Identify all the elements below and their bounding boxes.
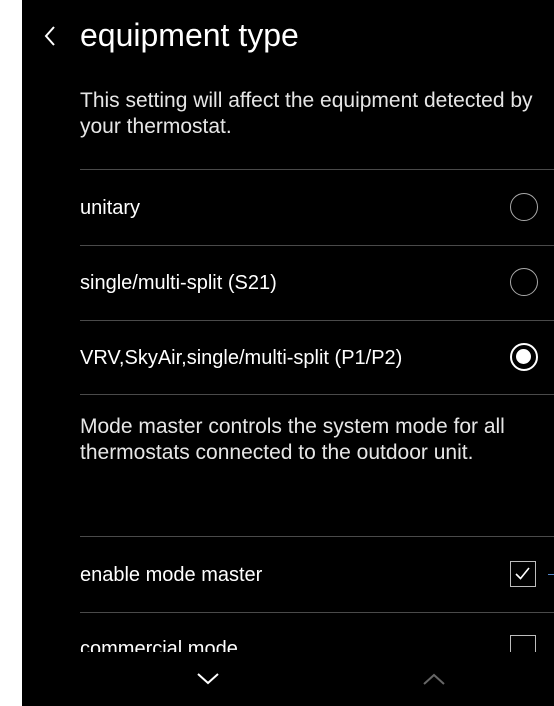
radio-unitary[interactable]: [510, 193, 538, 221]
chevron-up-icon: [423, 673, 445, 685]
radio-single-multi-split-s21[interactable]: [510, 268, 538, 296]
mode-master-description: Mode master controls the system mode for…: [80, 415, 505, 464]
divider: [80, 394, 554, 395]
page-title: equipment type: [80, 17, 299, 53]
checkbox-commercial-mode[interactable]: [510, 635, 536, 652]
option-label: single/multi-split (S21): [80, 272, 277, 294]
toggle-label: enable mode master: [80, 564, 263, 586]
radio-vrv-skyair-selected[interactable]: [510, 343, 538, 371]
equipment-type-screen: equipment type This setting will affect …: [22, 0, 554, 706]
intro-description: This setting will affect the equipment d…: [80, 89, 533, 138]
divider: [80, 536, 554, 537]
back-button[interactable]: [22, 14, 64, 58]
edge-marker: –: [548, 566, 554, 580]
chevron-down-icon: [197, 673, 219, 685]
scroll-footer: [22, 652, 554, 706]
toggle-commercial-mode[interactable]: commercial mode: [80, 632, 554, 652]
checkbox-enable-mode-master[interactable]: [510, 561, 536, 587]
scroll-up-button[interactable]: [414, 662, 454, 696]
header: equipment type: [22, 0, 554, 70]
chevron-left-icon: [44, 26, 55, 46]
toggle-enable-mode-master[interactable]: enable mode master: [80, 539, 554, 613]
option-single-multi-split-s21[interactable]: single/multi-split (S21): [80, 247, 554, 321]
divider: [80, 245, 554, 246]
divider: [80, 612, 554, 613]
option-unitary[interactable]: unitary: [80, 172, 554, 246]
scroll-down-button[interactable]: [188, 662, 228, 696]
toggle-label: commercial mode: [80, 638, 238, 652]
checkmark-icon: [515, 567, 530, 580]
option-vrv-skyair[interactable]: VRV,SkyAir,single/multi-split (P1/P2): [80, 322, 554, 396]
option-label: unitary: [80, 197, 141, 219]
option-label: VRV,SkyAir,single/multi-split (P1/P2): [80, 347, 403, 369]
divider: [80, 320, 554, 321]
divider: [80, 169, 554, 170]
